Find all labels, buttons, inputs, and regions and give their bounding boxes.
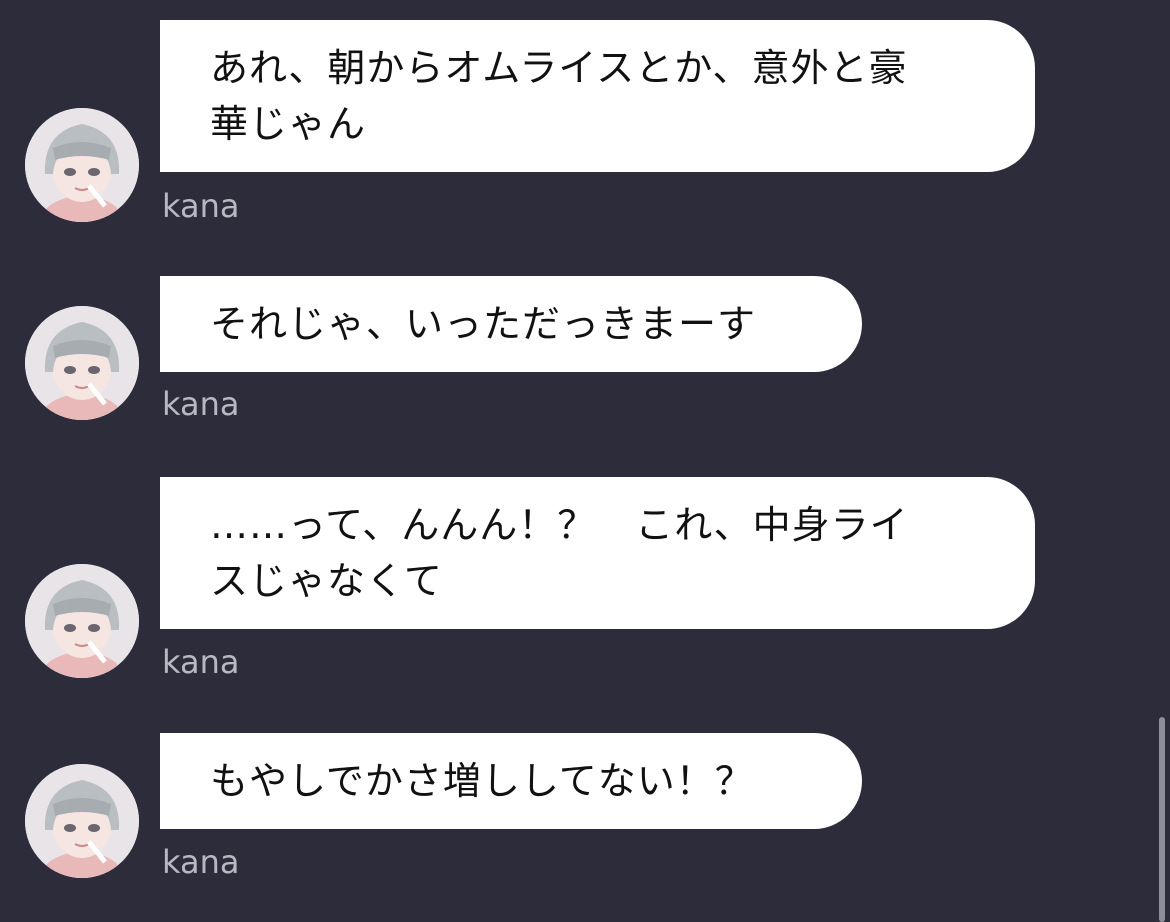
message-bubble: それじゃ、いっただっきまーす [160,276,862,372]
message-bubble: ……って、んんん！？ これ、中身ライ スじゃなくて [160,477,1035,629]
girl-portrait-icon [25,564,139,678]
sender-name: kana [162,187,240,225]
girl-portrait-icon [25,764,139,878]
message-bubble: もやしでかさ増ししてない！？ [160,733,862,829]
avatar-icon[interactable] [25,764,139,878]
avatar-icon[interactable] [25,306,139,420]
scrollbar[interactable] [1159,717,1165,922]
avatar-icon[interactable] [25,564,139,678]
girl-portrait-icon [25,306,139,420]
chat-log: あれ、朝からオムライスとか、意外と豪 華じゃん kana それじゃ、いっただっき… [0,0,1170,922]
avatar-icon[interactable] [25,108,139,222]
sender-name: kana [162,843,240,881]
girl-portrait-icon [25,108,139,222]
sender-name: kana [162,643,240,681]
message-bubble: あれ、朝からオムライスとか、意外と豪 華じゃん [160,20,1035,172]
sender-name: kana [162,385,240,423]
